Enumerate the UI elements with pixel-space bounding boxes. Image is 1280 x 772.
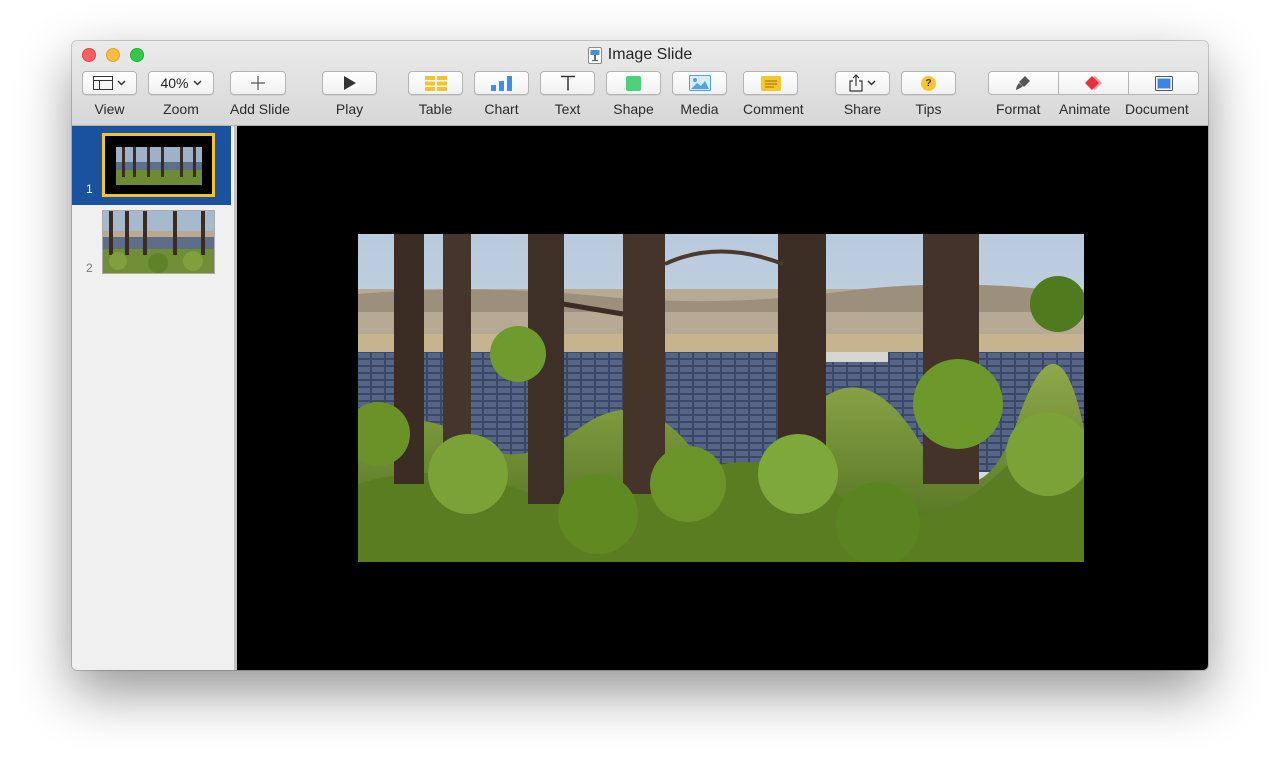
format-button[interactable]: [989, 72, 1059, 94]
add-slide-label: Add Slide: [230, 101, 290, 117]
animate-button[interactable]: [1059, 72, 1129, 94]
window-title: Image Slide: [72, 46, 1208, 64]
play-label: Play: [335, 101, 364, 117]
chart-icon: [490, 75, 513, 91]
slide-canvas[interactable]: [237, 126, 1208, 670]
chevron-down-icon: [192, 80, 202, 86]
play-tool[interactable]: Play: [322, 71, 377, 117]
table-label: Table: [418, 101, 453, 117]
table-button[interactable]: [408, 71, 463, 95]
slide-thumbnail[interactable]: [102, 210, 215, 274]
document-button[interactable]: [1129, 72, 1198, 94]
share-button[interactable]: [835, 71, 890, 95]
slide-thumbnail[interactable]: [102, 133, 215, 197]
chart-tool[interactable]: Chart: [474, 71, 529, 117]
slide-1-preview: [105, 136, 212, 194]
slide-item-2[interactable]: 2: [72, 205, 231, 284]
animate-diamond-icon: [1083, 75, 1105, 91]
text-label: Text: [554, 101, 581, 117]
media-photo-icon: [688, 75, 711, 91]
tips-tool[interactable]: ? Tips: [901, 71, 956, 117]
chevron-down-icon: [117, 80, 126, 86]
keynote-document-icon: [587, 46, 602, 64]
slide-2-preview: [103, 211, 214, 273]
zoom-value: 40%: [160, 75, 189, 91]
slide-image[interactable]: [358, 234, 1084, 562]
play-button[interactable]: [322, 71, 377, 95]
add-slide-tool[interactable]: Add Slide: [230, 71, 290, 117]
plus-icon: [251, 76, 265, 90]
document-label: Document: [1125, 101, 1189, 117]
chevron-down-icon: [867, 80, 876, 86]
shape-tool[interactable]: Shape: [606, 71, 661, 117]
media-label: Media: [680, 101, 719, 117]
shape-square-icon: [626, 75, 641, 91]
text-t-icon: [560, 75, 576, 91]
share-tool[interactable]: Share: [835, 71, 890, 117]
view-layout-icon: [93, 76, 113, 90]
toolbar: Image Slide View 40% Zoom Add Slide Play…: [72, 41, 1208, 126]
window-title-text: Image Slide: [607, 46, 693, 63]
shape-label: Shape: [613, 101, 654, 117]
slide-navigator: 1 2: [72, 126, 237, 670]
zoom-label: Zoom: [163, 101, 199, 117]
chart-label: Chart: [484, 101, 519, 117]
media-tool[interactable]: Media: [672, 71, 727, 117]
shape-button[interactable]: [606, 71, 661, 95]
tips-label: Tips: [915, 101, 942, 117]
view-button[interactable]: [82, 71, 137, 95]
slide-number: 1: [86, 182, 93, 196]
media-button[interactable]: [672, 71, 727, 95]
document-inspector-icon: [1154, 75, 1173, 91]
text-button[interactable]: [540, 71, 595, 95]
share-icon: [849, 74, 863, 92]
view-tool[interactable]: View: [82, 71, 137, 117]
tips-question-icon: ?: [921, 75, 936, 91]
share-label: Share: [843, 101, 882, 117]
tips-button[interactable]: ?: [901, 71, 956, 95]
comment-tool[interactable]: Comment: [743, 71, 804, 117]
slide-item-1[interactable]: 1: [72, 126, 231, 205]
keynote-window: Image Slide View 40% Zoom Add Slide Play…: [72, 41, 1208, 670]
table-tool[interactable]: Table: [408, 71, 463, 117]
format-brush-icon: [1015, 75, 1033, 91]
animate-label: Animate: [1059, 101, 1111, 117]
text-tool[interactable]: Text: [540, 71, 595, 117]
forest-solar-photo: [358, 234, 1084, 562]
zoom-tool[interactable]: 40% Zoom: [148, 71, 214, 117]
add-slide-button[interactable]: [230, 71, 286, 95]
play-icon: [343, 76, 356, 90]
view-label: View: [94, 101, 125, 117]
zoom-popup-button[interactable]: 40%: [148, 71, 214, 95]
comment-button[interactable]: [743, 71, 798, 95]
comment-note-icon: [760, 75, 781, 91]
comment-label: Comment: [743, 101, 804, 117]
table-icon: [424, 75, 447, 91]
format-label: Format: [996, 101, 1041, 117]
slide-number: 2: [86, 261, 93, 275]
chart-button[interactable]: [474, 71, 529, 95]
inspector-segmented-control: [988, 71, 1199, 95]
